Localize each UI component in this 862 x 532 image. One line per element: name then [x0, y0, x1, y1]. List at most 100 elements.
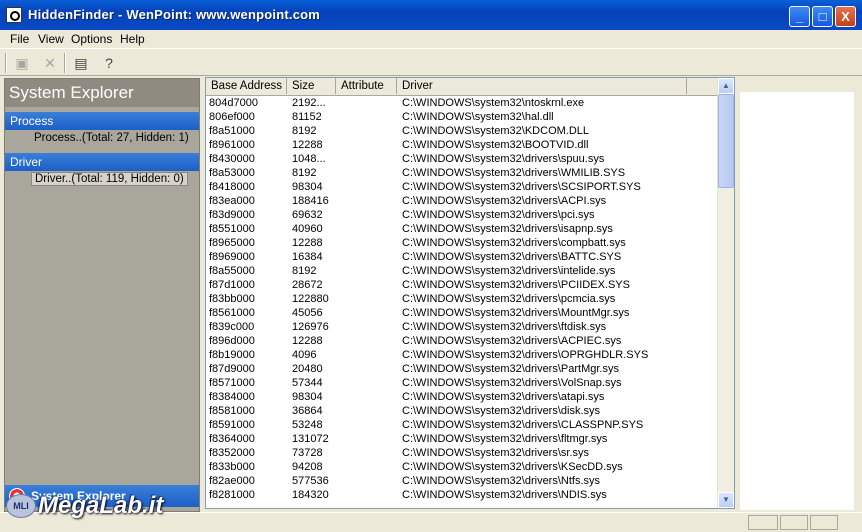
group-header-process[interactable]: Process [5, 112, 199, 130]
table-row[interactable]: 804d7000 2192... C:\WINDOWS\system32\ntosk… [206, 96, 718, 110]
driver-table: Base Address Size Attribute Driver 804d7… [205, 77, 735, 509]
cell-driver: C:\WINDOWS\system32\drivers\OPRGHDLR.SYS [402, 349, 649, 361]
cell-size: 73728 [292, 447, 323, 459]
delete-icon[interactable]: ✕ [39, 53, 61, 73]
menu-help[interactable]: Help [120, 32, 145, 46]
menu-file[interactable]: File [10, 32, 29, 46]
minimize-button[interactable]: _ [789, 6, 810, 27]
cell-base-address: f8561000 [209, 307, 255, 319]
process-item[interactable]: Process..(Total: 27, Hidden: 1) [34, 132, 189, 144]
maximize-button[interactable]: □ [812, 6, 833, 27]
cell-size: 98304 [292, 391, 323, 403]
table-row[interactable]: f8352000 73728 C:\WINDOWS\system32\drivers… [206, 446, 718, 460]
table-row[interactable]: f8430000 1048... C:\WINDOWS\system32\drive… [206, 152, 718, 166]
cell-base-address: f8571000 [209, 377, 255, 389]
cell-size: 2192... [292, 97, 326, 109]
cell-driver: C:\WINDOWS\system32\drivers\Ntfs.sys [402, 475, 601, 487]
menu-options[interactable]: Options [71, 32, 112, 46]
table-row[interactable]: 806ef000 81152 C:\WINDOWS\system32\hal.dll [206, 110, 718, 124]
status-cell [780, 515, 808, 530]
driver-item[interactable]: Driver..(Total: 119, Hidden: 0) [31, 172, 188, 186]
vertical-scrollbar[interactable]: ▲ ▼ [717, 78, 734, 508]
cell-driver: C:\WINDOWS\system32\drivers\disk.sys [402, 405, 601, 417]
table-row[interactable]: f8b19000 4096 C:\WINDOWS\system32\drivers\… [206, 348, 718, 362]
table-row[interactable]: f83d9000 69632 C:\WINDOWS\system32\drivers… [206, 208, 718, 222]
table-row[interactable]: f8581000 36864 C:\WINDOWS\system32\drivers… [206, 404, 718, 418]
table-row[interactable]: f83bb000 122880 C:\WINDOWS\system32\driver… [206, 292, 718, 306]
scroll-down-icon[interactable]: ▼ [718, 492, 734, 508]
cell-driver: C:\WINDOWS\system32\drivers\PCIIDEX.SYS [402, 279, 630, 291]
table-row[interactable]: f87d9000 20480 C:\WINDOWS\system32\drivers… [206, 362, 718, 376]
table-row[interactable]: f83ea000 188416 C:\WINDOWS\system32\driver… [206, 194, 718, 208]
group-header-driver[interactable]: Driver [5, 153, 199, 171]
cell-size: 131072 [292, 433, 329, 445]
table-row[interactable]: f8a55000 8192 C:\WINDOWS\system32\drivers\… [206, 264, 718, 278]
menu-view[interactable]: View [38, 32, 64, 46]
cell-size: 94208 [292, 461, 323, 473]
properties-icon[interactable]: ▣ [11, 53, 33, 73]
cell-driver: C:\WINDOWS\system32\drivers\fltmgr.sys [402, 433, 608, 445]
table-row[interactable]: f8a51000 8192 C:\WINDOWS\system32\KDCOM.DL… [206, 124, 718, 138]
table-row[interactable]: f8571000 57344 C:\WINDOWS\system32\drivers… [206, 376, 718, 390]
watermark-text: MegaLab.it [38, 492, 164, 519]
cell-base-address: f833b000 [209, 461, 255, 473]
system-explorer-panel: System Explorer Process Process..(Total:… [4, 78, 200, 512]
cell-driver: C:\WINDOWS\system32\drivers\PartMgr.sys [402, 363, 619, 375]
cell-base-address: f8b19000 [209, 349, 255, 361]
panel-title: System Explorer [5, 79, 199, 107]
cell-driver: C:\WINDOWS\system32\drivers\pcmcia.sys [402, 293, 616, 305]
help-icon[interactable]: ? [98, 53, 120, 73]
table-row[interactable]: f8418000 98304 C:\WINDOWS\system32\drivers… [206, 180, 718, 194]
table-row[interactable]: f8591000 53248 C:\WINDOWS\system32\drivers… [206, 418, 718, 432]
cell-base-address: f8a51000 [209, 125, 255, 137]
scroll-up-icon[interactable]: ▲ [718, 78, 734, 94]
app-window: HiddenFinder - WenPoint: www.wenpoint.co… [0, 0, 862, 532]
table-row[interactable]: f8965000 12288 C:\WINDOWS\system32\drivers… [206, 236, 718, 250]
watermark-badge: MLI [6, 494, 36, 518]
cell-driver: C:\WINDOWS\system32\drivers\KSecDD.sys [402, 461, 623, 473]
table-row[interactable]: f8961000 12288 C:\WINDOWS\system32\BOOTVID… [206, 138, 718, 152]
cell-size: 28672 [292, 279, 323, 291]
column-attribute[interactable]: Attribute [336, 78, 397, 94]
table-row[interactable]: f8364000 131072 C:\WINDOWS\system32\driver… [206, 432, 718, 446]
table-row[interactable]: f896d000 12288 C:\WINDOWS\system32\drivers… [206, 334, 718, 348]
table-row[interactable]: f8551000 40960 C:\WINDOWS\system32\drivers… [206, 222, 718, 236]
cell-base-address: f8965000 [209, 237, 255, 249]
cell-driver: C:\WINDOWS\system32\KDCOM.DLL [402, 125, 590, 137]
table-row[interactable]: f8281000 184320 C:\WINDOWS\system32\driver… [206, 488, 718, 502]
cell-size: 8192 [292, 125, 317, 137]
cell-size: 53248 [292, 419, 323, 431]
table-row[interactable]: f8a53000 8192 C:\WINDOWS\system32\drivers\… [206, 166, 718, 180]
cell-size: 12288 [292, 237, 323, 249]
close-button[interactable]: X [835, 6, 856, 27]
cell-base-address: f83d9000 [209, 209, 255, 221]
scroll-thumb[interactable] [718, 94, 734, 188]
cell-size: 12288 [292, 335, 323, 347]
table-row[interactable]: f82ae000 577536 C:\WINDOWS\system32\driver… [206, 474, 718, 488]
table-row[interactable]: f8384000 98304 C:\WINDOWS\system32\drivers… [206, 390, 718, 404]
export-icon[interactable]: ▤ [70, 53, 92, 73]
cell-base-address: f8364000 [209, 433, 255, 445]
cell-base-address: f8591000 [209, 419, 255, 431]
cell-base-address: f8581000 [209, 405, 255, 417]
cell-base-address: f8352000 [209, 447, 255, 459]
cell-size: 577536 [292, 475, 329, 487]
table-row[interactable]: f839c000 126976 C:\WINDOWS\system32\driver… [206, 320, 718, 334]
table-row[interactable]: f833b000 94208 C:\WINDOWS\system32\drivers… [206, 460, 718, 474]
cell-size: 40960 [292, 223, 323, 235]
cell-driver: C:\WINDOWS\system32\drivers\CLASSPNP.SYS [402, 419, 644, 431]
toolbar-separator [64, 53, 66, 73]
cell-base-address: f82ae000 [209, 475, 255, 487]
cell-size: 20480 [292, 363, 323, 375]
table-row[interactable]: f8969000 16384 C:\WINDOWS\system32\drivers… [206, 250, 718, 264]
column-size[interactable]: Size [287, 78, 336, 94]
table-row[interactable]: f87d1000 28672 C:\WINDOWS\system32\drivers… [206, 278, 718, 292]
column-base-address[interactable]: Base Address [206, 78, 287, 94]
table-row[interactable]: f8561000 45056 C:\WINDOWS\system32\drivers… [206, 306, 718, 320]
app-icon[interactable] [6, 7, 22, 23]
cell-size: 16384 [292, 251, 323, 263]
cell-base-address: 804d7000 [209, 97, 258, 109]
title-bar[interactable]: HiddenFinder - WenPoint: www.wenpoint.co… [0, 0, 862, 30]
cell-base-address: f83bb000 [209, 293, 255, 305]
column-driver[interactable]: Driver [397, 78, 687, 94]
